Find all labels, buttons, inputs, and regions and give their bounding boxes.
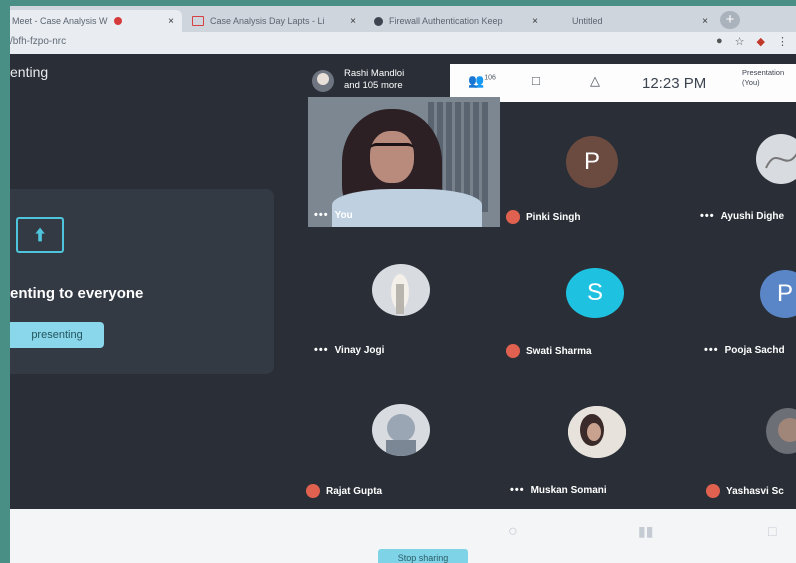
- muted-mic-icon: [306, 484, 320, 498]
- participant-label: ••• Vinay Jogi: [314, 344, 384, 356]
- signature-icon: [765, 153, 796, 169]
- presenting-label: enting: [10, 64, 49, 80]
- participant-name: Rajat Gupta: [326, 485, 383, 497]
- participant-label: Pinki Singh: [506, 210, 580, 224]
- participant-name: Pinki Singh: [526, 211, 581, 223]
- browser-tab-bar: Meet - Case Analysis W × Case Analysis D…: [10, 6, 796, 32]
- participant-name: Ayushi Dighe: [720, 210, 785, 222]
- url-text[interactable]: /bfh-fzpo-nrc: [10, 36, 66, 47]
- close-tab-icon[interactable]: ×: [350, 16, 356, 27]
- extension-icon[interactable]: ◆: [757, 35, 765, 48]
- self-video-shirt: [332, 189, 482, 227]
- participant-avatar: S: [566, 268, 624, 318]
- present-icon[interactable]: □: [768, 523, 776, 539]
- people-icon: 👥: [468, 73, 485, 88]
- photo-icon: [568, 406, 626, 458]
- participant-name: Swati Sharma: [526, 345, 592, 357]
- clock: 12:23 PM: [642, 75, 707, 92]
- meeting-controls: 👥106 □ △ 12:23 PM Presentation (You): [450, 64, 796, 102]
- participant-label: Swati Sharma: [506, 344, 592, 358]
- participant-avatar: [568, 406, 626, 458]
- participant-name: Pooja Sachd: [724, 344, 785, 356]
- key-icon[interactable]: ●: [716, 35, 723, 48]
- hand-icon[interactable]: ○: [508, 523, 518, 541]
- participant-avatar: [372, 404, 430, 456]
- host-name-line1: Rashi Mandloi: [344, 68, 405, 79]
- muted-mic-icon: [506, 210, 520, 224]
- participant-name: Yashasvi Sc: [726, 485, 784, 497]
- participant-avatar: [372, 264, 430, 316]
- present-upload-icon: 🠩: [16, 217, 64, 253]
- participant-name: You: [334, 209, 353, 221]
- more-options-icon[interactable]: •••: [700, 210, 715, 222]
- presentation-info-line2: (You): [742, 78, 760, 87]
- bottom-toolbar: ○ ▮▮ □ Stop sharing: [10, 509, 796, 563]
- presentation-info: Presentation (You): [742, 68, 784, 88]
- participant-label: ••• Pooja Sachd: [704, 344, 785, 356]
- self-video-face: [370, 131, 414, 183]
- participant-avatar: [756, 134, 796, 184]
- activities-icon[interactable]: △: [590, 73, 600, 89]
- captions-icon[interactable]: ▮▮: [638, 523, 653, 540]
- more-options-icon[interactable]: •••: [314, 344, 329, 356]
- close-tab-icon[interactable]: ×: [168, 16, 174, 27]
- participant-label: ••• Muskan Somani: [510, 484, 607, 496]
- muted-mic-icon: [706, 484, 720, 498]
- close-tab-icon[interactable]: ×: [702, 16, 708, 27]
- participant-avatar: [766, 408, 796, 454]
- present-message: enting to everyone: [10, 285, 144, 302]
- tab-firewall[interactable]: Firewall Authentication Keep ×: [366, 10, 546, 32]
- photo-icon: [386, 414, 416, 456]
- tab-meet[interactable]: Meet - Case Analysis W ×: [10, 10, 182, 32]
- participant-name: Vinay Jogi: [334, 344, 385, 356]
- stop-sharing-button[interactable]: Stop sharing: [378, 549, 468, 563]
- muted-mic-icon: [506, 344, 520, 358]
- participant-label: ••• Ayushi Dighe: [700, 210, 784, 222]
- tab-case-analysis[interactable]: Case Analysis Day Lapts - Li ×: [184, 10, 364, 32]
- stop-presenting-button[interactable]: presenting: [10, 322, 104, 348]
- globe-icon: [374, 16, 383, 26]
- tab-untitled[interactable]: Untitled ×: [550, 10, 716, 32]
- participant-avatar: P: [760, 270, 796, 318]
- slides-icon: [192, 16, 204, 26]
- presentation-info-line1: Presentation: [742, 68, 785, 77]
- toolbar-icons: ● ☆ ◆ ⋮: [716, 35, 788, 48]
- tab-title: Firewall Authentication Keep: [389, 16, 503, 26]
- more-options-icon[interactable]: •••: [704, 344, 719, 356]
- participant-label: ••• You: [314, 209, 353, 221]
- star-icon[interactable]: ☆: [735, 35, 745, 48]
- tab-title: Meet - Case Analysis W: [12, 16, 108, 26]
- new-tab-button[interactable]: +: [720, 11, 740, 29]
- photo-icon: [778, 418, 796, 442]
- participants-button[interactable]: 👥106: [468, 73, 496, 89]
- self-video-glasses: [370, 143, 414, 156]
- participant-avatar: P: [566, 136, 618, 188]
- tab-title: Untitled: [572, 16, 603, 26]
- host-avatar: [312, 70, 334, 92]
- more-options-icon[interactable]: •••: [314, 209, 329, 221]
- tab-title: Case Analysis Day Lapts - Li: [210, 16, 325, 26]
- self-video-tile[interactable]: ••• You: [308, 97, 500, 227]
- meet-area: enting 🠩 enting to everyone presenting R…: [10, 54, 796, 509]
- recording-icon: [113, 17, 122, 25]
- participant-label: Yashasvi Sc: [706, 484, 784, 498]
- screen: Meet - Case Analysis W × Case Analysis D…: [10, 6, 796, 563]
- photo-icon: [391, 274, 409, 314]
- presenting-card: 🠩 enting to everyone presenting: [10, 189, 274, 374]
- address-bar[interactable]: /bfh-fzpo-nrc ● ☆ ◆ ⋮: [10, 32, 796, 54]
- close-tab-icon[interactable]: ×: [532, 16, 538, 27]
- participant-count: 106: [484, 74, 496, 82]
- host-name: Rashi Mandloi and 105 more: [344, 68, 404, 92]
- participant-name: Muskan Somani: [530, 484, 607, 496]
- participant-label: Rajat Gupta: [306, 484, 382, 498]
- menu-icon[interactable]: ⋮: [777, 35, 788, 48]
- more-options-icon[interactable]: •••: [510, 484, 525, 496]
- host-name-line2: and 105 more: [344, 80, 403, 91]
- chat-icon[interactable]: □: [532, 73, 540, 88]
